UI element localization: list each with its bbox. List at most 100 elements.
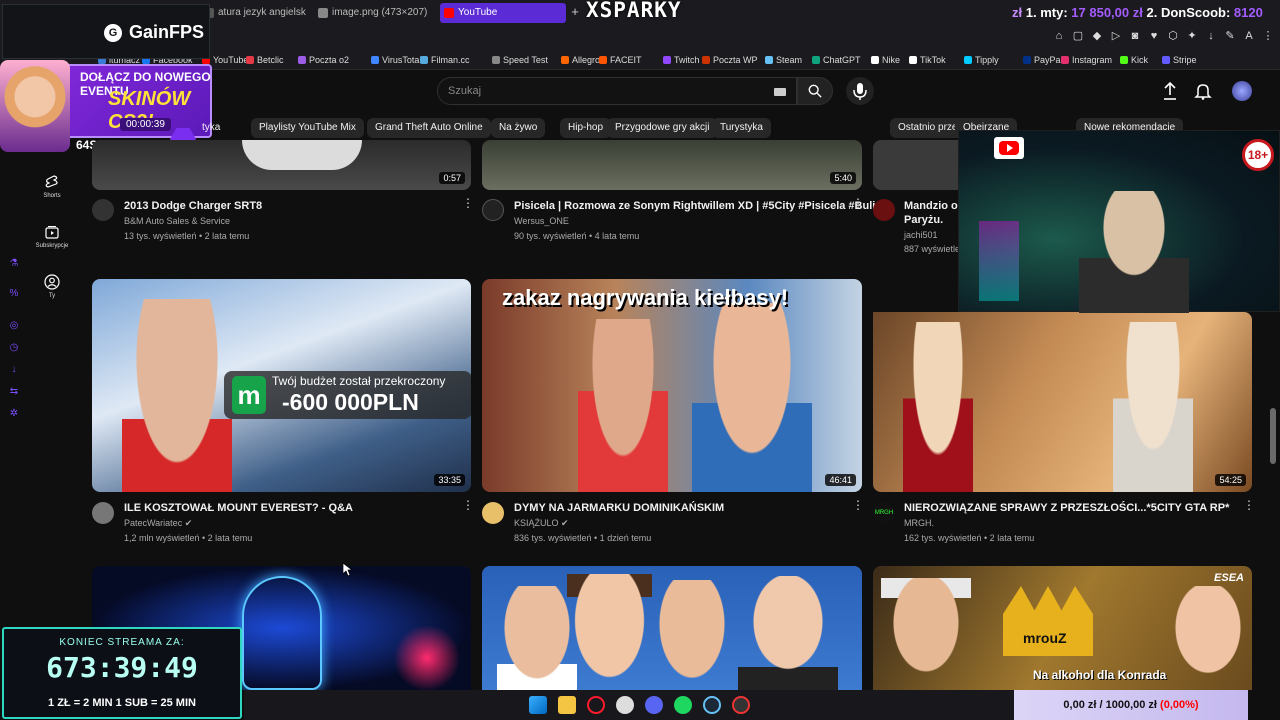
opera-browser-icon[interactable] [587,696,605,714]
puzzle-icon[interactable]: ✦ [1186,30,1198,42]
download-icon[interactable]: ↓ [8,364,20,376]
video-thumbnail[interactable]: m Twój budżet został przekroczony -600 0… [92,279,471,492]
voice-search-button[interactable] [846,77,874,105]
channel-avatar[interactable] [482,502,504,524]
screenshot-icon[interactable]: ▢ [1072,30,1084,42]
rail-icon[interactable]: ⚗ [8,258,20,270]
bookmark-item[interactable]: Poczta o2 [298,53,349,67]
bookmark-item[interactable]: Poczta WP [702,53,758,67]
bookmark-item[interactable]: Filman.cc [420,53,470,67]
obs-icon[interactable] [732,696,750,714]
browser-tab[interactable]: atura jezyk angielski 202 [200,3,306,23]
steam-icon[interactable] [703,696,721,714]
settings-icon[interactable]: ✲ [8,408,20,420]
bookmark-item[interactable]: PayPal [1023,53,1063,67]
bookmark-item[interactable]: Steam [765,53,802,67]
pen-icon[interactable]: ✎ [1224,30,1236,42]
new-tab-button[interactable]: + [568,5,582,19]
notifications-bell-icon[interactable] [1194,82,1212,100]
scrollbar-thumb[interactable] [1270,408,1276,464]
video-thumbnail[interactable]: 5:40 [482,140,862,190]
video-title[interactable]: DYMY NA JARMARKU DOMINIKAŃSKIM [514,502,724,514]
browser-tab-active[interactable]: YouTube [440,3,566,23]
video-title[interactable]: Mandzio og [904,200,965,212]
category-chip[interactable]: Turystyka [712,118,771,138]
nav-item-shorts[interactable]: Shorts [30,174,74,199]
bookmark-item[interactable]: Betclic [246,53,284,67]
bookmark-item[interactable]: Allegro [561,53,600,67]
search-input[interactable]: Szukaj [437,77,797,105]
channel-name[interactable]: jachi501 [904,230,938,240]
camera-icon[interactable]: ◙ [1129,30,1141,42]
video-thumbnail[interactable]: ESEA mrouZ Na alkohol dla Konrada [873,566,1252,690]
ai-icon[interactable]: A [1243,30,1255,42]
windows-start-icon[interactable] [529,696,547,714]
category-chip[interactable]: Na żywo [491,118,546,138]
nav-item-subscriptions[interactable]: Subskrypcje [30,224,74,249]
bookmark-item[interactable]: VirusTotal [371,53,421,67]
bookmark-item[interactable]: Instagram [1061,53,1112,67]
category-chip[interactable]: Przygodowe gry akcji [607,118,718,138]
bookmark-item[interactable]: TikTok [909,53,946,67]
clock-icon[interactable]: ◷ [8,342,20,354]
video-thumbnail[interactable] [873,140,959,190]
video-thumbnail[interactable]: 0:57 [92,140,471,190]
page-scrollbar[interactable] [1268,150,1278,680]
nav-item-you[interactable]: Ty [30,274,74,299]
heart-icon[interactable]: ♥ [1148,30,1160,42]
more-options-icon[interactable]: ⋮ [852,499,864,517]
category-chip[interactable]: Hip-hop [560,118,612,138]
video-title[interactable]: Pisicela | Rozmowa ze Sonym Rightwillem … [514,200,875,212]
bookmark-item[interactable]: Tipply [964,53,999,67]
spotify-icon[interactable] [674,696,692,714]
video-thumbnail[interactable] [482,566,862,690]
video-title[interactable]: NIEROZWIĄZANE SPRAWY Z PRZESZŁOŚCI...*5C… [904,502,1229,514]
video-title-line[interactable]: Paryżu. [904,214,943,226]
share-icon[interactable]: ⇆ [8,386,20,398]
channel-avatar[interactable] [92,199,114,221]
more-options-icon[interactable]: ⋮ [852,197,864,215]
play-circle-icon[interactable]: ◎ [8,320,20,332]
file-explorer-icon[interactable] [558,696,576,714]
box-icon[interactable]: ⬡ [1167,30,1179,42]
discord-icon[interactable] [645,696,663,714]
bookmark-item[interactable]: Kick [1120,53,1148,67]
account-avatar[interactable] [1232,81,1252,101]
download-icon[interactable]: ↓ [1205,30,1217,42]
keyboard-icon[interactable] [774,88,786,96]
more-options-icon[interactable]: ⋮ [462,499,474,517]
channel-name[interactable]: Wersus_ONE [514,216,569,226]
extension-icon[interactable]: ⌂ [1053,30,1065,42]
channel-name[interactable]: KSIĄŻULO ✔ [514,518,569,529]
settings-icon[interactable] [616,696,634,714]
bookmark-item[interactable]: FACEIT [599,53,642,67]
video-title[interactable]: 2013 Dodge Charger SRT8 [124,200,262,212]
menu-icon[interactable]: ⋮ [1262,30,1274,42]
channel-avatar[interactable] [482,199,504,221]
channel-name[interactable]: B&M Auto Sales & Service [124,216,230,226]
bookmark-item[interactable]: ChatGPT [812,53,861,67]
search-button[interactable] [797,77,833,105]
shield-icon[interactable]: ◆ [1091,30,1103,42]
channel-avatar[interactable] [92,502,114,524]
bookmark-item[interactable]: Speed Test [492,53,548,67]
channel-avatar[interactable] [873,199,895,221]
category-chip[interactable]: Grand Theft Auto Online [367,118,491,138]
channel-name[interactable]: PatecWariatec ✔ [124,518,192,529]
video-thumbnail[interactable]: zakaz nagrywania kiełbasy! 46:41 [482,279,862,492]
more-options-icon[interactable]: ⋮ [1243,499,1255,517]
category-chip[interactable]: Playlisty YouTube Mix [251,118,364,138]
video-thumbnail[interactable]: 54:25 [873,312,1252,492]
browser-tab[interactable]: image.png (473×207) [314,3,434,23]
category-chip[interactable]: tyka [170,118,228,138]
upload-icon[interactable] [1162,82,1178,100]
bookmark-item[interactable]: Nike [871,53,900,67]
bookmark-item[interactable]: Twitch [663,53,700,67]
channel-avatar[interactable]: MRGH [873,502,895,524]
video-title[interactable]: ILE KOSZTOWAŁ MOUNT EVEREST? - Q&A [124,502,353,514]
more-options-icon[interactable]: ⋮ [462,197,474,215]
bookmark-item[interactable]: Stripe [1162,53,1197,67]
channel-name[interactable]: MRGH. [904,518,934,528]
percent-icon[interactable]: % [8,288,20,300]
play-icon[interactable]: ▷ [1110,30,1122,42]
